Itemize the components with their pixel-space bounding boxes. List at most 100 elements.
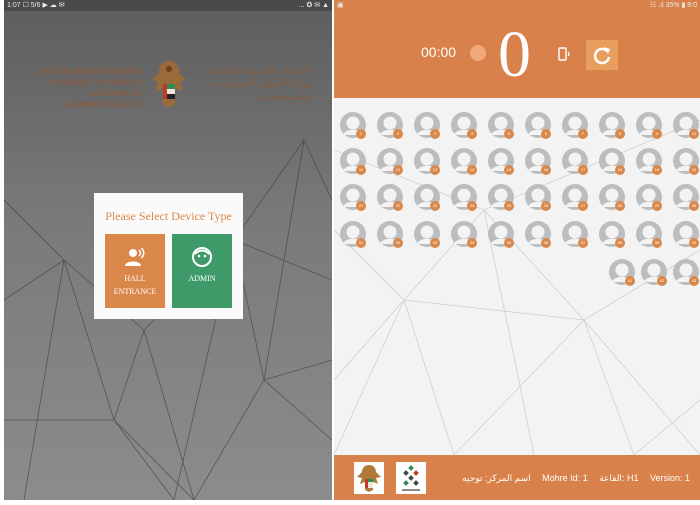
seat-avatar[interactable]: 36 [524, 220, 552, 248]
seat-avatar[interactable]: 29 [635, 183, 663, 211]
seat-number-badge: 5 [504, 129, 514, 139]
status-bar: 1:07 ☐ 5/6 ▶ ☁ ✉ ... ✪ ✉ ▲ [4, 0, 332, 11]
attendee-count: 0 [498, 18, 531, 91]
seat-avatar[interactable]: 14 [450, 147, 478, 175]
seat-avatar[interactable]: 34 [450, 220, 478, 248]
seat-avatar[interactable]: 18 [598, 147, 626, 175]
status-bar: ▣ ☷ .ıl 35% ▮ 8:0 [334, 0, 700, 11]
seat-number-badge: 39 [652, 238, 662, 248]
seat-number-badge: 10 [689, 129, 699, 139]
phone-rotate-icon[interactable] [557, 47, 571, 61]
seat-number-badge: 9 [652, 129, 662, 139]
seat-number-badge: 17 [578, 165, 588, 175]
seat-avatar[interactable]: 8 [598, 111, 626, 139]
seat-number-badge: 16 [541, 165, 551, 175]
seat-number-badge: 7 [578, 129, 588, 139]
device-type-dialog: Please Select Device Type HALL ENTRANCE … [94, 193, 243, 319]
seat-avatar[interactable]: 25 [487, 183, 515, 211]
seat-avatar[interactable]: 17 [561, 147, 589, 175]
seat-avatar[interactable]: 43 [672, 258, 700, 286]
seat-avatar[interactable]: 20 [672, 147, 700, 175]
seat-avatar[interactable]: 26 [524, 183, 552, 211]
seat-number-badge: 14 [467, 165, 477, 175]
status-left-icon: ▣ [337, 2, 344, 9]
seat-number-badge: 42 [657, 276, 667, 286]
seat-number-badge: 6 [541, 129, 551, 139]
uae-emblem-logo [152, 61, 186, 108]
footer-bar: اسم المركز: توجيه Mohre Id: 1 القاعة: H1… [334, 455, 700, 500]
seat-number-badge: 15 [504, 165, 514, 175]
seat-number-badge: 43 [689, 276, 699, 286]
ministry-arabic-line: وزارة المـوارد البـشــريــة [210, 78, 312, 89]
seat-avatar[interactable]: 12 [376, 147, 404, 175]
seat-number-badge: 33 [430, 238, 440, 248]
seat-avatar[interactable]: 15 [487, 147, 515, 175]
seat-number-badge: 20 [689, 165, 699, 175]
seat-avatar[interactable]: 37 [561, 220, 589, 248]
seat-avatar[interactable]: 39 [635, 220, 663, 248]
counter-header: ▣ ☷ .ıl 35% ▮ 8:0 00:00 0 [334, 0, 700, 98]
hall-entrance-button[interactable]: HALL ENTRANCE [105, 234, 165, 308]
seat-avatar[interactable]: 2 [376, 111, 404, 139]
seat-avatar[interactable]: 16 [524, 147, 552, 175]
seat-avatar[interactable]: 33 [413, 220, 441, 248]
seat-avatar[interactable]: 42 [640, 258, 668, 286]
seat-number-badge: 2 [393, 129, 403, 139]
admin-button[interactable]: ADMIN [172, 234, 232, 308]
admin-face-icon [192, 247, 212, 267]
admin-label: ADMIN [188, 274, 216, 283]
seat-avatar[interactable]: 41 [608, 258, 636, 286]
seat-avatar[interactable]: 22 [376, 183, 404, 211]
seat-number-badge: 1 [356, 129, 366, 139]
dialog-title: Please Select Device Type [105, 209, 232, 223]
seat-avatar[interactable]: 24 [450, 183, 478, 211]
seat-avatar[interactable]: 5 [487, 111, 515, 139]
seat-number-badge: 37 [578, 238, 588, 248]
seat-avatar[interactable]: 28 [598, 183, 626, 211]
seat-number-badge: 25 [504, 201, 514, 211]
ministry-english-line: UNITED ARAB EMIRATES [36, 66, 142, 76]
ministry-arabic-name: الإمـارات العربيـة المتحـدة وزارة المـوا… [196, 64, 312, 103]
seat-number-badge: 27 [578, 201, 588, 211]
seat-number-badge: 29 [652, 201, 662, 211]
seat-number-badge: 3 [430, 129, 440, 139]
seat-avatar[interactable]: 4 [450, 111, 478, 139]
seat-avatar[interactable]: 31 [339, 220, 367, 248]
seat-number-badge: 31 [356, 238, 366, 248]
seat-avatar[interactable]: 27 [561, 183, 589, 211]
seat-number-badge: 35 [504, 238, 514, 248]
seat-avatar[interactable]: 32 [376, 220, 404, 248]
seat-avatar[interactable]: 30 [672, 183, 700, 211]
seat-number-badge: 40 [689, 238, 699, 248]
seat-avatar[interactable]: 6 [524, 111, 552, 139]
seat-avatar[interactable]: 35 [487, 220, 515, 248]
center-name: اسم المركز: توجيه [462, 473, 531, 483]
refresh-button[interactable] [586, 40, 618, 70]
user-voice-icon [125, 247, 145, 266]
seat-avatar[interactable]: 11 [339, 147, 367, 175]
seat-avatar[interactable]: 13 [413, 147, 441, 175]
seat-avatar[interactable]: 1 [339, 111, 367, 139]
seat-number-badge: 28 [615, 201, 625, 211]
timer-display: 00:00 [421, 44, 457, 60]
seat-avatar[interactable]: 40 [672, 220, 700, 248]
seat-avatar[interactable]: 38 [598, 220, 626, 248]
seat-avatar[interactable]: 3 [413, 111, 441, 139]
ministry-english-line: & EMIRATISATION [63, 99, 142, 109]
hall-entrance-label: HALL ENTRANCE [113, 274, 157, 296]
seat-avatar[interactable]: 9 [635, 111, 663, 139]
mohre-id: Mohre Id: 1 [542, 473, 588, 483]
seat-avatar[interactable]: 7 [561, 111, 589, 139]
seat-avatar[interactable]: 23 [413, 183, 441, 211]
seat-number-badge: 30 [689, 201, 699, 211]
ministry-english-line: MINISTRY OF HUMAN RESOURCES [50, 77, 142, 98]
refresh-icon [593, 47, 611, 65]
seat-number-badge: 23 [430, 201, 440, 211]
seat-avatar[interactable]: 10 [672, 111, 700, 139]
seat-number-badge: 21 [356, 201, 366, 211]
seat-number-badge: 26 [541, 201, 551, 211]
seat-avatar[interactable]: 21 [339, 183, 367, 211]
ministry-arabic-line: الإمـارات العربيـة المتحـدة [209, 65, 312, 76]
seat-number-badge: 11 [356, 165, 366, 175]
seat-avatar[interactable]: 19 [635, 147, 663, 175]
